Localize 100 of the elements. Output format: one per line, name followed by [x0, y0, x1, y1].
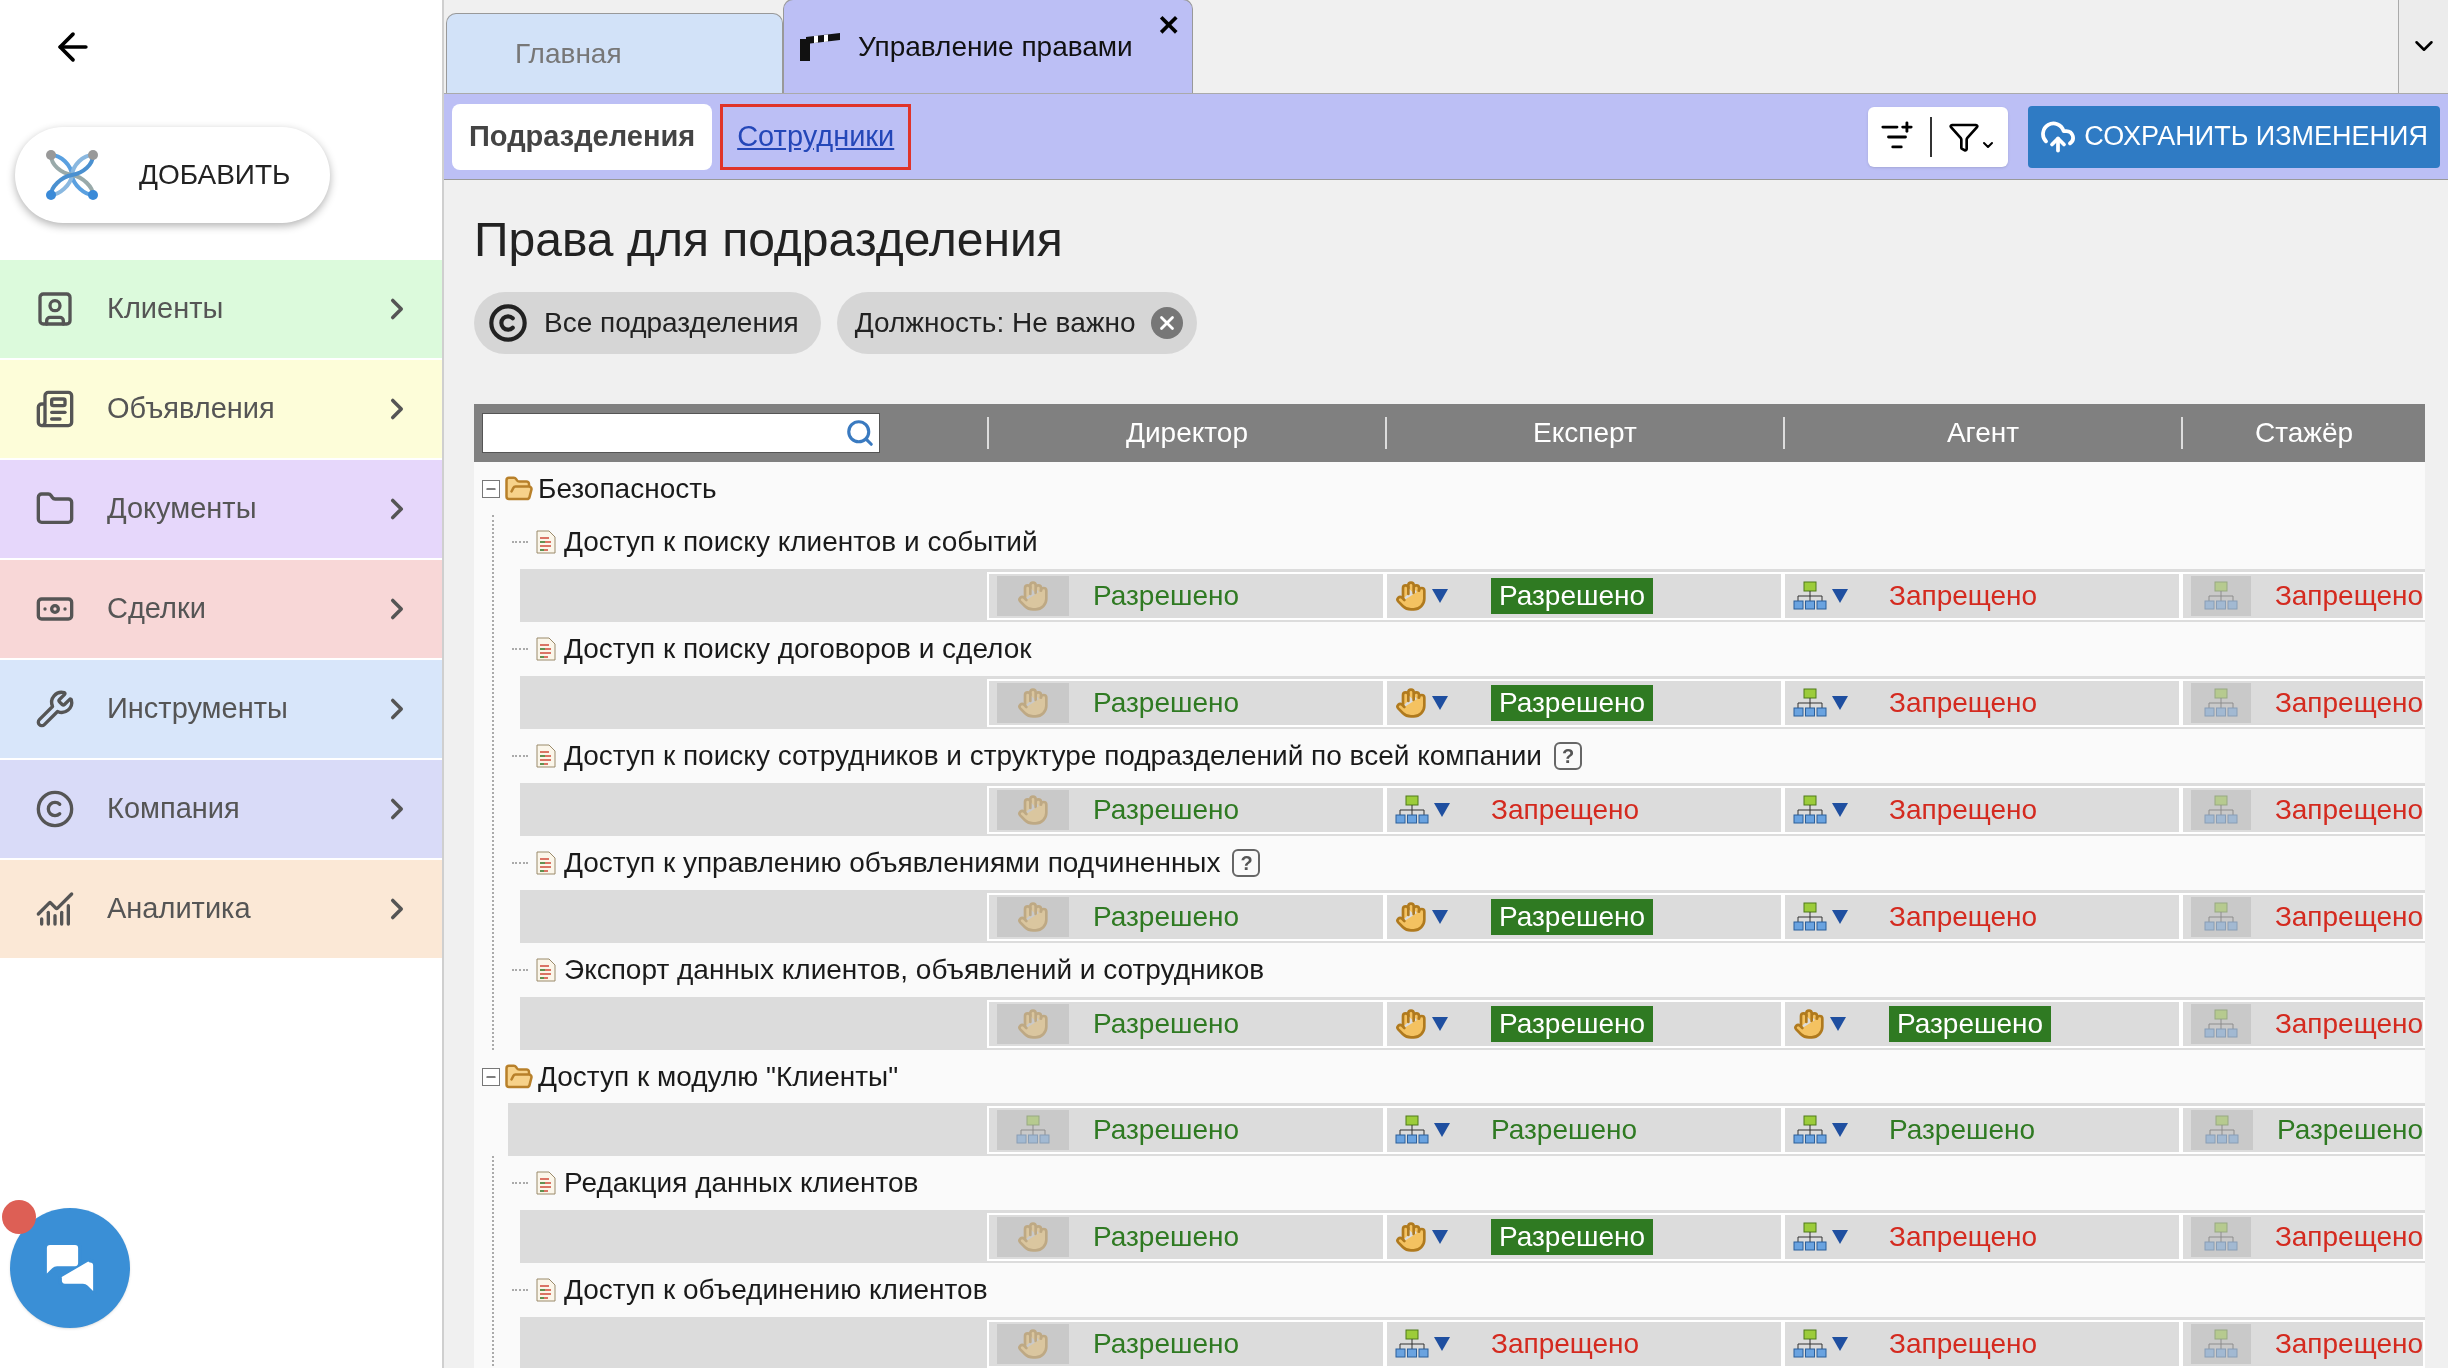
sidebar-item-label: Документы — [107, 491, 258, 527]
contacts-icon — [35, 289, 75, 329]
subtab[interactable]: Сотрудники — [720, 103, 912, 170]
document-icon — [536, 530, 556, 554]
filter-chip[interactable]: Все подразделения — [474, 292, 821, 354]
search-icon — [845, 418, 875, 448]
permission-value: Разрешено — [1093, 685, 1240, 720]
permission-cell[interactable]: Запрещено — [1385, 785, 1783, 834]
permission-cell[interactable]: Разрешено — [1385, 1212, 1783, 1261]
permission-cell[interactable]: Запрещено — [1783, 678, 2181, 727]
permission-value: Разрешено — [1491, 1005, 1654, 1042]
permission-cell[interactable]: Запрещено — [1783, 571, 2181, 620]
caret-icon — [1431, 1228, 1449, 1245]
permission-value: Запрещено — [1889, 685, 2038, 720]
help-button[interactable]: ? — [1232, 849, 1261, 877]
sidebar-item[interactable]: Документы — [0, 460, 442, 558]
permission-cell[interactable]: Запрещено — [1783, 892, 2181, 941]
org-chart-icon — [1793, 901, 1827, 932]
permission-value: Разрешено — [1093, 1112, 1240, 1147]
newspaper-icon — [35, 389, 75, 429]
sidebar-item-label: Аналитика — [107, 891, 252, 927]
permission-value: Разрешено — [1491, 898, 1654, 935]
permission-value: Запрещено — [2274, 685, 2423, 720]
caret-icon — [1433, 1335, 1451, 1352]
permission-cell[interactable]: Разрешено — [1783, 1105, 2181, 1154]
permission-value: Запрещено — [1889, 899, 2038, 934]
hand-icon — [1017, 686, 1049, 719]
permission-value: Запрещено — [2274, 1326, 2423, 1361]
permission-cell[interactable]: Запрещено — [1385, 1319, 1783, 1368]
caret-icon — [1431, 908, 1449, 925]
permission-label: Экспорт данных клиентов, объявлений и сотрудников — [564, 953, 1265, 987]
close-icon[interactable]: ✕ — [1157, 12, 1180, 40]
permission-value: Запрещено — [1491, 1326, 1640, 1361]
permission-value: Разрешено — [1889, 1005, 2052, 1042]
permission-label: Доступ к объединению клиентов — [564, 1273, 988, 1307]
sidebar-item[interactable]: Инструменты — [0, 660, 442, 758]
permission-cell[interactable]: Разрешено — [1783, 999, 2181, 1048]
caret-icon — [1433, 1121, 1451, 1138]
org-chart-icon — [2203, 1008, 2238, 1039]
group-label: Доступ к модулю "Клиенты" — [538, 1059, 899, 1094]
permission-cell[interactable]: Запрещено — [1783, 785, 2181, 834]
collapse-icon[interactable] — [482, 1067, 500, 1086]
subtab[interactable]: Подразделения — [452, 103, 713, 170]
permission-cell[interactable]: Разрешено — [1385, 892, 1783, 941]
org-chart-icon — [1793, 580, 1827, 611]
permission-cell[interactable]: Разрешено — [1385, 571, 1783, 620]
caret-icon — [1831, 1121, 1849, 1138]
column-header: Агент — [1946, 416, 2020, 450]
permission-value: Разрешено — [1491, 1218, 1654, 1255]
permission-value: Запрещено — [2274, 899, 2423, 934]
permission-value: Разрешено — [1889, 1112, 2036, 1147]
column-header: Експерт — [1533, 416, 1637, 450]
caret-icon — [1829, 1015, 1847, 1032]
caret-icon — [1433, 801, 1451, 818]
sidebar-item-label: Компания — [107, 791, 241, 827]
permission-cell[interactable]: Запрещено — [1783, 1319, 2181, 1368]
hand-icon — [1017, 1220, 1049, 1253]
barrier-icon — [798, 30, 842, 63]
tab[interactable]: Главная — [446, 13, 783, 93]
filter-chip[interactable]: Должность: Не важно — [836, 292, 1198, 354]
org-chart-icon — [2203, 901, 2238, 932]
org-chart-icon — [1395, 794, 1429, 825]
org-chart-icon — [2203, 687, 2238, 718]
permission-cell[interactable]: Запрещено — [1783, 1212, 2181, 1261]
permission-cell[interactable]: Разрешено — [1385, 678, 1783, 727]
sidebar-item-label: Сделки — [107, 591, 207, 627]
chip-label: Должность: Не важно — [853, 306, 1136, 340]
hand-icon — [1017, 1007, 1049, 1040]
sidebar-item[interactable]: Сделки — [0, 560, 442, 658]
org-chart-icon — [2204, 1114, 2239, 1145]
tab[interactable]: Управление правами ✕ — [783, 0, 1193, 93]
help-button[interactable]: ? — [1554, 742, 1582, 770]
permission-value: Запрещено — [2274, 792, 2423, 827]
permission-value: Разрешено — [1093, 1219, 1240, 1254]
add-button[interactable]: ДОБАВИТЬ — [15, 127, 330, 223]
permission-value: Разрешено — [2276, 1112, 2423, 1147]
permission-value: Запрещено — [2274, 1006, 2423, 1041]
hand-icon — [1395, 1007, 1427, 1040]
permission-value: Запрещено — [1491, 792, 1640, 827]
save-button[interactable]: СОХРАНИТЬ ИЗМЕНЕНИЯ — [2028, 105, 2440, 168]
document-icon — [536, 744, 556, 768]
permission-cell[interactable]: Разрешено — [1385, 999, 1783, 1048]
collapse-icon[interactable] — [482, 479, 500, 498]
sidebar-item[interactable]: Клиенты — [0, 260, 442, 358]
remove-icon[interactable] — [1151, 307, 1184, 339]
sidebar-item[interactable]: Компания — [0, 760, 442, 858]
sidebar-item-label: Инструменты — [107, 691, 289, 727]
copyright-icon — [35, 789, 75, 829]
permission-value: Запрещено — [1889, 578, 2038, 613]
permission-value: Запрещено — [2274, 578, 2423, 613]
sidebar-item[interactable]: Аналитика — [0, 860, 442, 958]
document-icon — [536, 1171, 556, 1195]
permission-cell[interactable]: Разрешено — [1385, 1105, 1783, 1154]
caret-icon — [1831, 694, 1849, 711]
column-header: Директор — [1126, 416, 1248, 450]
org-chart-icon — [1793, 687, 1827, 718]
permission-value: Запрещено — [1889, 1219, 2038, 1254]
permission-value: Разрешено — [1093, 1006, 1240, 1041]
sidebar-item[interactable]: Объявления — [0, 360, 442, 458]
search-field[interactable] — [482, 413, 880, 453]
